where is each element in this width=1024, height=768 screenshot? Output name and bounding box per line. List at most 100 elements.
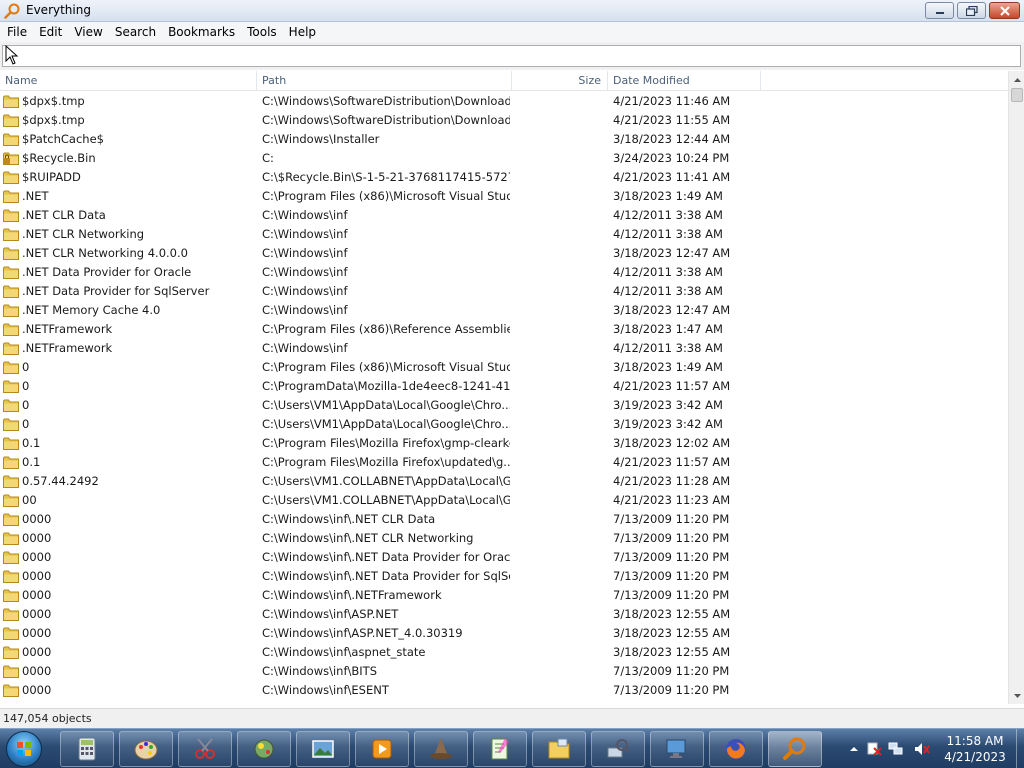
menu-view[interactable]: View	[68, 22, 108, 42]
table-row[interactable]: 0000 C:\Windows\inf\.NET CLR Networking 7/…	[0, 529, 1008, 548]
cell-name: .NET Memory Cache 4.0	[22, 303, 161, 317]
table-row[interactable]: .NET C:\Program Files (x86)\Microsoft Vis…	[0, 187, 1008, 206]
menu-search[interactable]: Search	[109, 22, 162, 42]
column-header-name[interactable]: Name	[0, 71, 257, 91]
taskbar-button-games[interactable]	[237, 731, 291, 767]
table-row[interactable]: 0000 C:\Windows\inf\.NETFramework 7/13/200…	[0, 586, 1008, 605]
table-row[interactable]: $dpx$.tmp C:\Windows\SoftwareDistribution…	[0, 111, 1008, 130]
results-list[interactable]: $dpx$.tmp C:\Windows\SoftwareDistribution…	[0, 92, 1008, 704]
cell-name: .NET CLR Networking	[22, 227, 145, 241]
taskbar-button-media-player[interactable]	[355, 731, 409, 767]
table-row[interactable]: 00 C:\Users\VM1.COLLABNET\AppData\Local\G…	[0, 491, 1008, 510]
table-row[interactable]: $dpx$.tmp C:\Windows\SoftwareDistribution…	[0, 92, 1008, 111]
taskbar-button-calculator[interactable]	[60, 731, 114, 767]
cell-path: C:\Windows\SoftwareDistribution\Download…	[262, 113, 510, 127]
vertical-scrollbar[interactable]	[1008, 71, 1024, 704]
start-button[interactable]	[6, 731, 42, 767]
column-header-path[interactable]: Path	[257, 71, 512, 91]
locked-folder-icon	[3, 152, 19, 165]
menu-bar: File Edit View Search Bookmarks Tools He…	[0, 22, 1024, 42]
taskbar-button-firefox[interactable]	[709, 731, 763, 767]
menu-help[interactable]: Help	[283, 22, 322, 42]
folder-icon	[3, 361, 19, 374]
table-row[interactable]: $Recycle.Bin C: 3/24/2023 10:24 PM	[0, 149, 1008, 168]
table-row[interactable]: 0.1 C:\Program Files\Mozilla Firefox\gmp-…	[0, 434, 1008, 453]
cell-date-modified: 3/18/2023 1:49 AM	[613, 360, 723, 374]
taskbar-button-everything[interactable]	[768, 731, 822, 767]
windows-logo-icon	[17, 742, 31, 756]
table-row[interactable]: 0000 C:\Windows\inf\ASP.NET 3/18/2023 12:5…	[0, 605, 1008, 624]
cell-name: 0	[22, 417, 30, 431]
maximize-icon	[965, 5, 978, 16]
table-row[interactable]: $PatchCache$ C:\Windows\Installer 3/18/202…	[0, 130, 1008, 149]
folder-icon	[3, 228, 19, 241]
show-hidden-icons-arrow[interactable]	[846, 742, 862, 756]
table-row[interactable]: 0 C:\Users\VM1\AppData\Local\Google\Chro.…	[0, 396, 1008, 415]
cell-date-modified: 3/18/2023 1:49 AM	[613, 189, 723, 203]
clock[interactable]: 11:58 AM 4/21/2023	[935, 733, 1015, 765]
cell-path: C:\Program Files\Mozilla Firefox\updated…	[262, 455, 510, 469]
cell-path: C:\Windows\inf	[262, 303, 348, 317]
table-row[interactable]: 0.57.44.2492 C:\Users\VM1.COLLABNET\AppDa…	[0, 472, 1008, 491]
menu-file[interactable]: File	[0, 22, 33, 42]
maximize-button[interactable]	[957, 2, 986, 19]
menu-bookmarks[interactable]: Bookmarks	[162, 22, 241, 42]
minimize-button[interactable]	[925, 2, 954, 19]
table-row[interactable]: 0000 C:\Windows\inf\.NET CLR Data 7/13/200…	[0, 510, 1008, 529]
taskbar-button-snipping-tool[interactable]	[178, 731, 232, 767]
taskbar-button-search-computer[interactable]	[591, 731, 645, 767]
cell-path: C:\Windows\inf	[262, 246, 348, 260]
column-header-date-modified[interactable]: Date Modified	[608, 71, 761, 91]
table-row[interactable]: $RUIPADD C:\$Recycle.Bin\S-1-5-21-3768117…	[0, 168, 1008, 187]
taskbar-button-wizard-hat[interactable]	[414, 731, 468, 767]
table-row[interactable]: 0000 C:\Windows\inf\ASP.NET_4.0.30319 3/18…	[0, 624, 1008, 643]
folder-icon	[3, 285, 19, 298]
volume-muted-icon[interactable]	[914, 742, 930, 756]
table-row[interactable]: 0 C:\ProgramData\Mozilla-1de4eec8-1241-41…	[0, 377, 1008, 396]
cell-name: 0000	[22, 683, 52, 697]
cell-date-modified: 7/13/2009 11:20 PM	[613, 664, 730, 678]
table-row[interactable]: .NET Data Provider for SqlServer C:\Windo…	[0, 282, 1008, 301]
explorer-icon	[548, 738, 570, 759]
action-center-icon[interactable]	[866, 742, 882, 756]
table-row[interactable]: .NET Data Provider for Oracle C:\Windows\…	[0, 263, 1008, 282]
scroll-thumb[interactable]	[1011, 88, 1023, 102]
table-row[interactable]: 0000 C:\Windows\inf\.NET Data Provider fo…	[0, 548, 1008, 567]
table-row[interactable]: 0 C:\Users\VM1\AppData\Local\Google\Chro.…	[0, 415, 1008, 434]
cell-date-modified: 7/13/2009 11:20 PM	[613, 588, 730, 602]
table-row[interactable]: .NET CLR Data C:\Windows\inf 4/12/2011 3:3…	[0, 206, 1008, 225]
folder-icon	[3, 399, 19, 412]
table-row[interactable]: .NET CLR Networking C:\Windows\inf 4/12/20…	[0, 225, 1008, 244]
scroll-down-button[interactable]	[1009, 687, 1024, 704]
cell-date-modified: 3/24/2023 10:24 PM	[613, 151, 730, 165]
menu-edit[interactable]: Edit	[33, 22, 68, 42]
table-row[interactable]: 0000 C:\Windows\inf\BITS 7/13/2009 11:20 P…	[0, 662, 1008, 681]
taskbar-button-photo-viewer[interactable]	[296, 731, 350, 767]
cell-name: 0000	[22, 664, 52, 678]
taskbar-button-remote-desktop[interactable]	[650, 731, 704, 767]
cell-path: C:\Windows\inf\.NET Data Provider for Or…	[262, 550, 510, 564]
table-row[interactable]: .NET Memory Cache 4.0 C:\Windows\inf 3/18/…	[0, 301, 1008, 320]
table-row[interactable]: 0.1 C:\Program Files\Mozilla Firefox\upda…	[0, 453, 1008, 472]
network-icon[interactable]	[888, 742, 904, 756]
everything-icon	[783, 737, 806, 760]
search-input[interactable]	[2, 45, 1021, 67]
cell-date-modified: 7/13/2009 11:20 PM	[613, 569, 730, 583]
cell-date-modified: 4/21/2023 11:41 AM	[613, 170, 731, 184]
table-row[interactable]: .NETFramework C:\Program Files (x86)\Refe…	[0, 320, 1008, 339]
table-row[interactable]: .NET CLR Networking 4.0.0.0 C:\Windows\in…	[0, 244, 1008, 263]
column-header-size[interactable]: Size	[512, 71, 608, 91]
taskbar-button-explorer[interactable]	[532, 731, 586, 767]
table-row[interactable]: 0000 C:\Windows\inf\.NET Data Provider fo…	[0, 567, 1008, 586]
menu-tools[interactable]: Tools	[241, 22, 283, 42]
taskbar-button-notepad-plus-plus[interactable]	[473, 731, 527, 767]
taskbar-button-paint[interactable]	[119, 731, 173, 767]
close-button[interactable]	[989, 2, 1020, 19]
show-desktop-button[interactable]	[1016, 729, 1024, 768]
table-row[interactable]: 0000 C:\Windows\inf\aspnet_state 3/18/2023…	[0, 643, 1008, 662]
table-row[interactable]: 0 C:\Program Files (x86)\Microsoft Visual…	[0, 358, 1008, 377]
scroll-up-button[interactable]	[1009, 71, 1024, 88]
table-row[interactable]: .NETFramework C:\Windows\inf 4/12/2011 3:3…	[0, 339, 1008, 358]
table-row[interactable]: 0000 C:\Windows\inf\ESENT 7/13/2009 11:20 …	[0, 681, 1008, 700]
folder-icon	[3, 532, 19, 545]
